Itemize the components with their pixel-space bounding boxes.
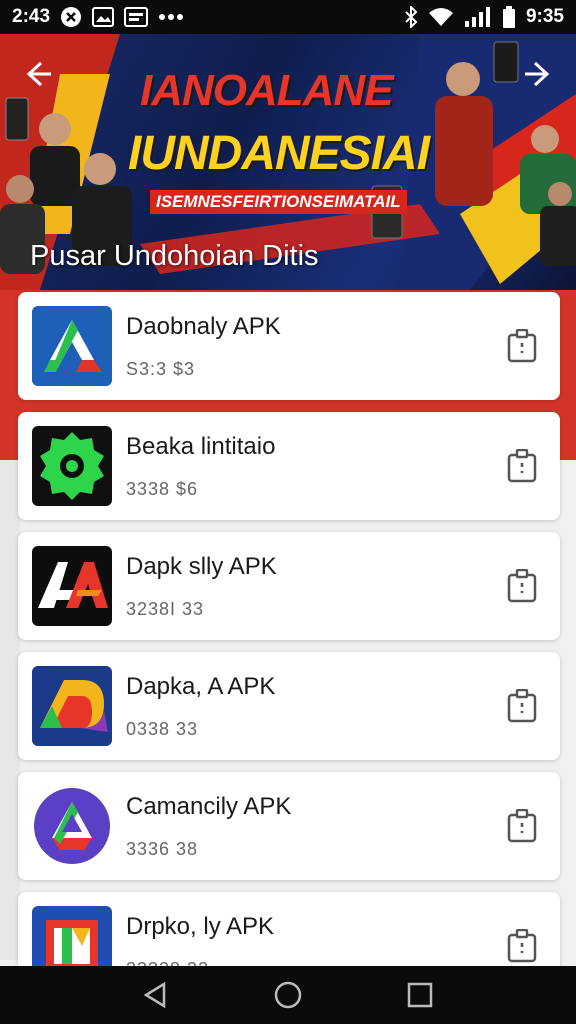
list-item[interactable]: Camancily APK 3336 38: [18, 772, 560, 880]
download-button[interactable]: [500, 444, 544, 488]
nav-recents-icon: [407, 982, 433, 1008]
banner-subtitle: ISEMNESFEIRTIONSEIMATAIL: [150, 190, 407, 214]
app-icon-d-logo: [32, 666, 112, 746]
app-name: Daobnaly APK: [126, 312, 281, 340]
promo-banner: IANOALANE IUNDANESIAI ISEMNESFEIRTIONSEI…: [0, 34, 576, 290]
status-bar: 2:43 9:35: [0, 0, 576, 34]
wifi-icon: [428, 7, 454, 27]
app-icon-drive: [32, 306, 112, 386]
nav-back-icon: [143, 981, 166, 1009]
download-icon: [507, 929, 537, 963]
nav-home-button[interactable]: [268, 975, 308, 1015]
nav-back-button[interactable]: [136, 975, 176, 1015]
app-icon-drive-circle: [32, 786, 112, 866]
battery-icon: [502, 6, 516, 28]
background-panel: [0, 460, 20, 960]
image-icon: [92, 7, 115, 27]
app-icon-gear: [32, 426, 112, 506]
list-item[interactable]: Beaka lintitaio 3338 $6: [18, 412, 560, 520]
notification-icon: [124, 7, 149, 27]
download-icon: [507, 689, 537, 723]
page-title: Pusar Undohoian Ditis: [30, 240, 319, 272]
status-time: 2:43: [12, 6, 51, 27]
app-name: Drpko, ly APK: [126, 912, 275, 940]
nav-recents-button[interactable]: [400, 975, 440, 1015]
download-icon: [507, 449, 537, 483]
x-circle-icon: [60, 6, 82, 28]
more-dots-icon: [158, 13, 184, 21]
arrow-left-icon: [26, 61, 51, 87]
app-meta: 0338 33: [126, 718, 199, 739]
download-button[interactable]: [500, 924, 544, 968]
nav-home-icon: [274, 981, 302, 1009]
app-meta: 3338 $6: [126, 478, 199, 499]
download-button[interactable]: [500, 684, 544, 728]
list-item[interactable]: Dapka, A APK 0338 33: [18, 652, 560, 760]
download-button[interactable]: [500, 564, 544, 608]
download-icon: [507, 329, 537, 363]
download-icon: [507, 569, 537, 603]
download-button[interactable]: [500, 804, 544, 848]
bluetooth-icon: [404, 6, 418, 28]
forward-arrow-button[interactable]: [518, 54, 558, 94]
app-meta: 3238I 33: [126, 598, 205, 619]
app-name: Dapka, A APK: [126, 672, 276, 700]
list-item[interactable]: Dapk slly APK 3238I 33: [18, 532, 560, 640]
app-name: Beaka lintitaio: [126, 432, 276, 460]
app-name: Dapk slly APK: [126, 552, 277, 580]
banner-title-line2: IUNDANESIAI: [128, 127, 430, 180]
app-icon-apk: [32, 546, 112, 626]
back-arrow-button[interactable]: [18, 54, 58, 94]
system-nav-bar: [0, 966, 576, 1024]
banner-title-line1: IANOALANE: [140, 66, 394, 115]
status-time-right: 9:35: [525, 6, 564, 27]
signal-icon: [464, 7, 492, 27]
app-meta: S3:3 $3: [126, 358, 196, 379]
arrow-right-icon: [525, 61, 550, 87]
app-meta: 3336 38: [126, 838, 199, 859]
download-button[interactable]: [500, 324, 544, 368]
download-icon: [507, 809, 537, 843]
app-name: Camancily APK: [126, 792, 292, 820]
list-item[interactable]: Daobnaly APK S3:3 $3: [18, 292, 560, 400]
